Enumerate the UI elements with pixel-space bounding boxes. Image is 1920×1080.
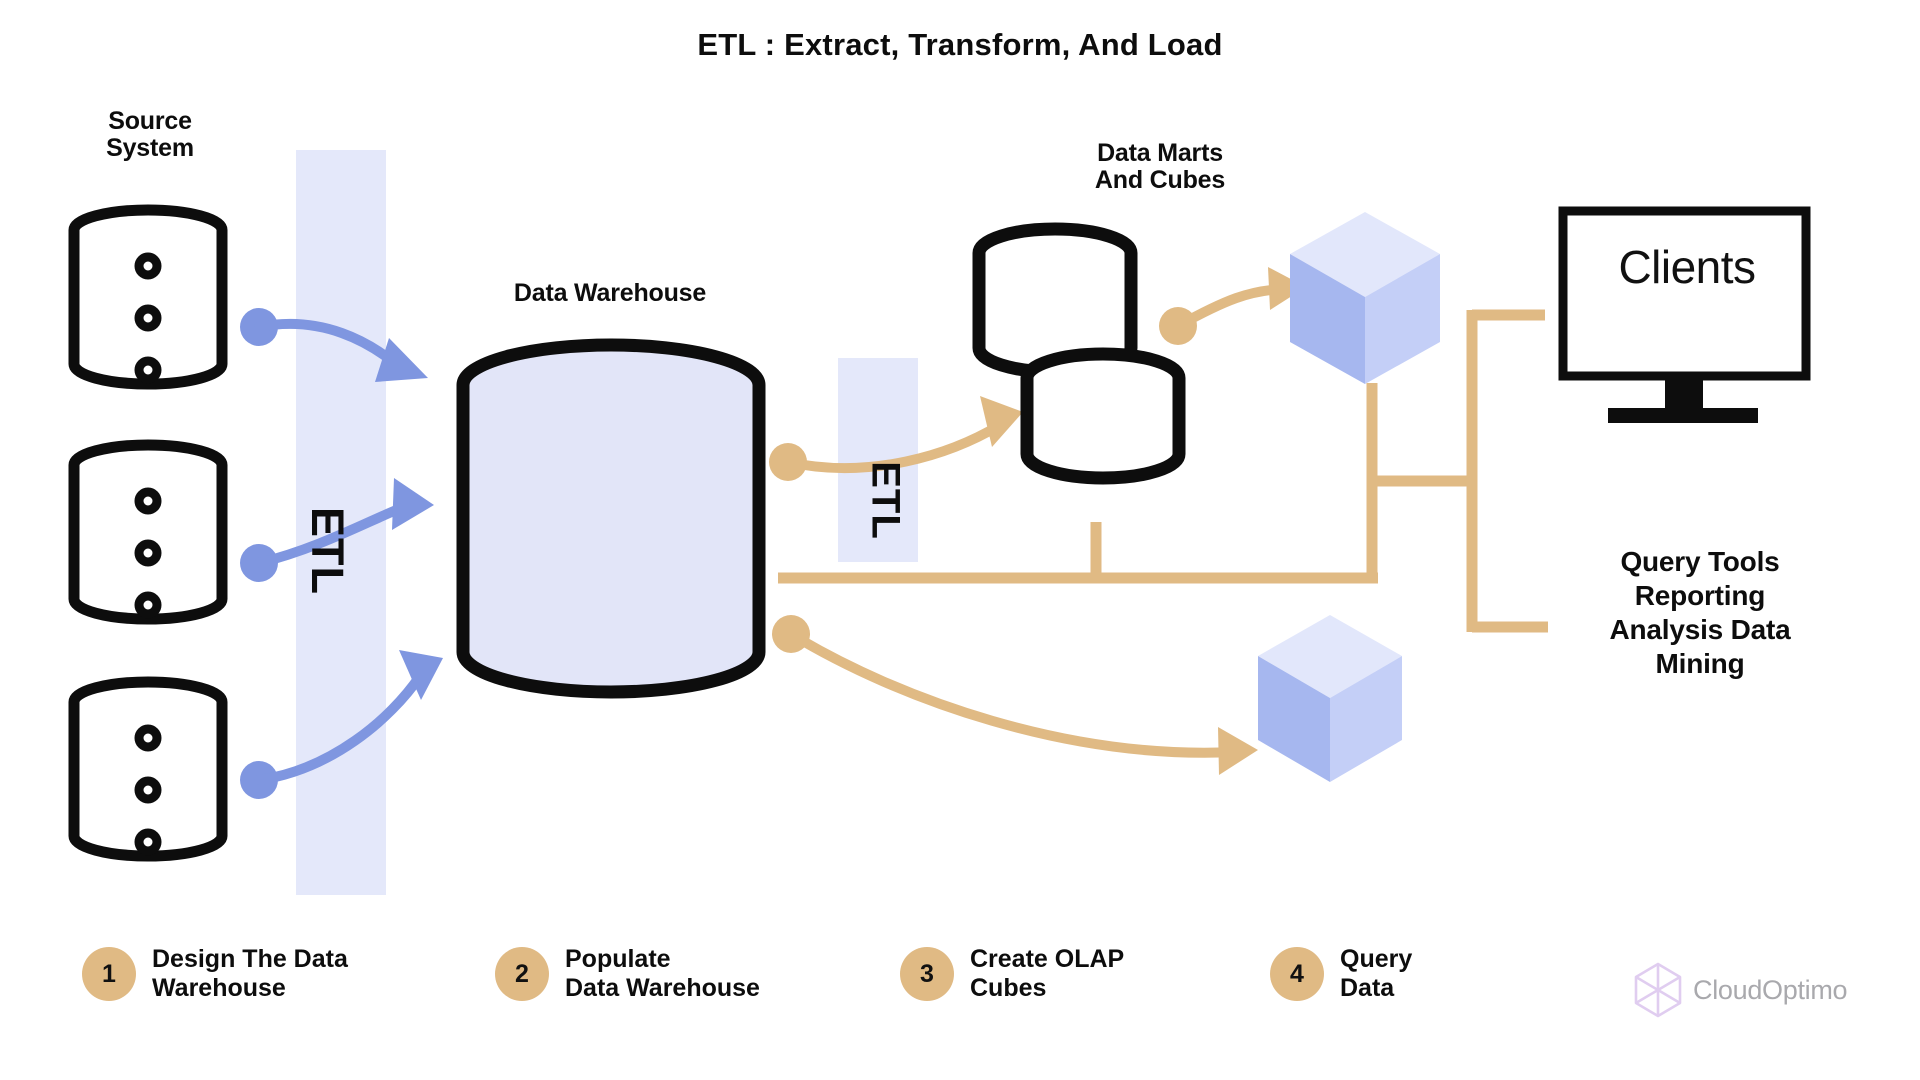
data-mart-cylinder-lower [1020, 347, 1186, 485]
source-database-2 [74, 445, 222, 619]
data-warehouse-label: Data Warehouse [513, 279, 707, 307]
data-marts-label: Data Marts And Cubes [1094, 139, 1226, 194]
step-badge-4: 4 [1270, 947, 1324, 1001]
step-item-4: 4 Query Data [1270, 945, 1412, 1003]
source-system-label: Source System [106, 107, 194, 162]
logo-text: CloudOptimo [1693, 974, 1848, 1005]
page-title: ETL : Extract, Transform, And Load [697, 27, 1223, 62]
step-badge-1: 1 [82, 947, 136, 1001]
etl-label-left: ETL [302, 507, 353, 595]
etl-label-right: ETL [863, 461, 908, 540]
cloudoptimo-logo: CloudOptimo [1632, 962, 1848, 1018]
clients-label: Clients [1618, 241, 1756, 293]
step-item-2: 2 Populate Data Warehouse [495, 945, 760, 1003]
step-item-3: 3 Create OLAP Cubes [900, 945, 1124, 1003]
etl-diagram: ETL : Extract, Transform, And Load Sourc… [0, 0, 1920, 1080]
tan-arrow-marts-to-cube [1159, 267, 1306, 345]
step-item-1: 1 Design The Data Warehouse [82, 945, 348, 1003]
step-badge-2: 2 [495, 947, 549, 1001]
step-label-4: Query Data [1340, 945, 1413, 1002]
data-warehouse-cylinder [456, 338, 766, 699]
hexagon-cube-icon [1634, 962, 1682, 1018]
source-database-1 [74, 210, 222, 384]
tan-arrow-to-lower-cube [772, 615, 1258, 775]
step-label-1: Design The Data Warehouse [152, 945, 348, 1002]
step-label-3: Create OLAP Cubes [970, 945, 1125, 1002]
olap-cube-lower [1258, 615, 1402, 782]
source-database-3 [74, 682, 222, 856]
query-tools-label: Query Tools Reporting Analysis Data Mini… [1609, 546, 1791, 680]
step-label-2: Populate Data Warehouse [565, 945, 760, 1002]
olap-cube-upper [1290, 212, 1440, 384]
step-badge-3: 3 [900, 947, 954, 1001]
